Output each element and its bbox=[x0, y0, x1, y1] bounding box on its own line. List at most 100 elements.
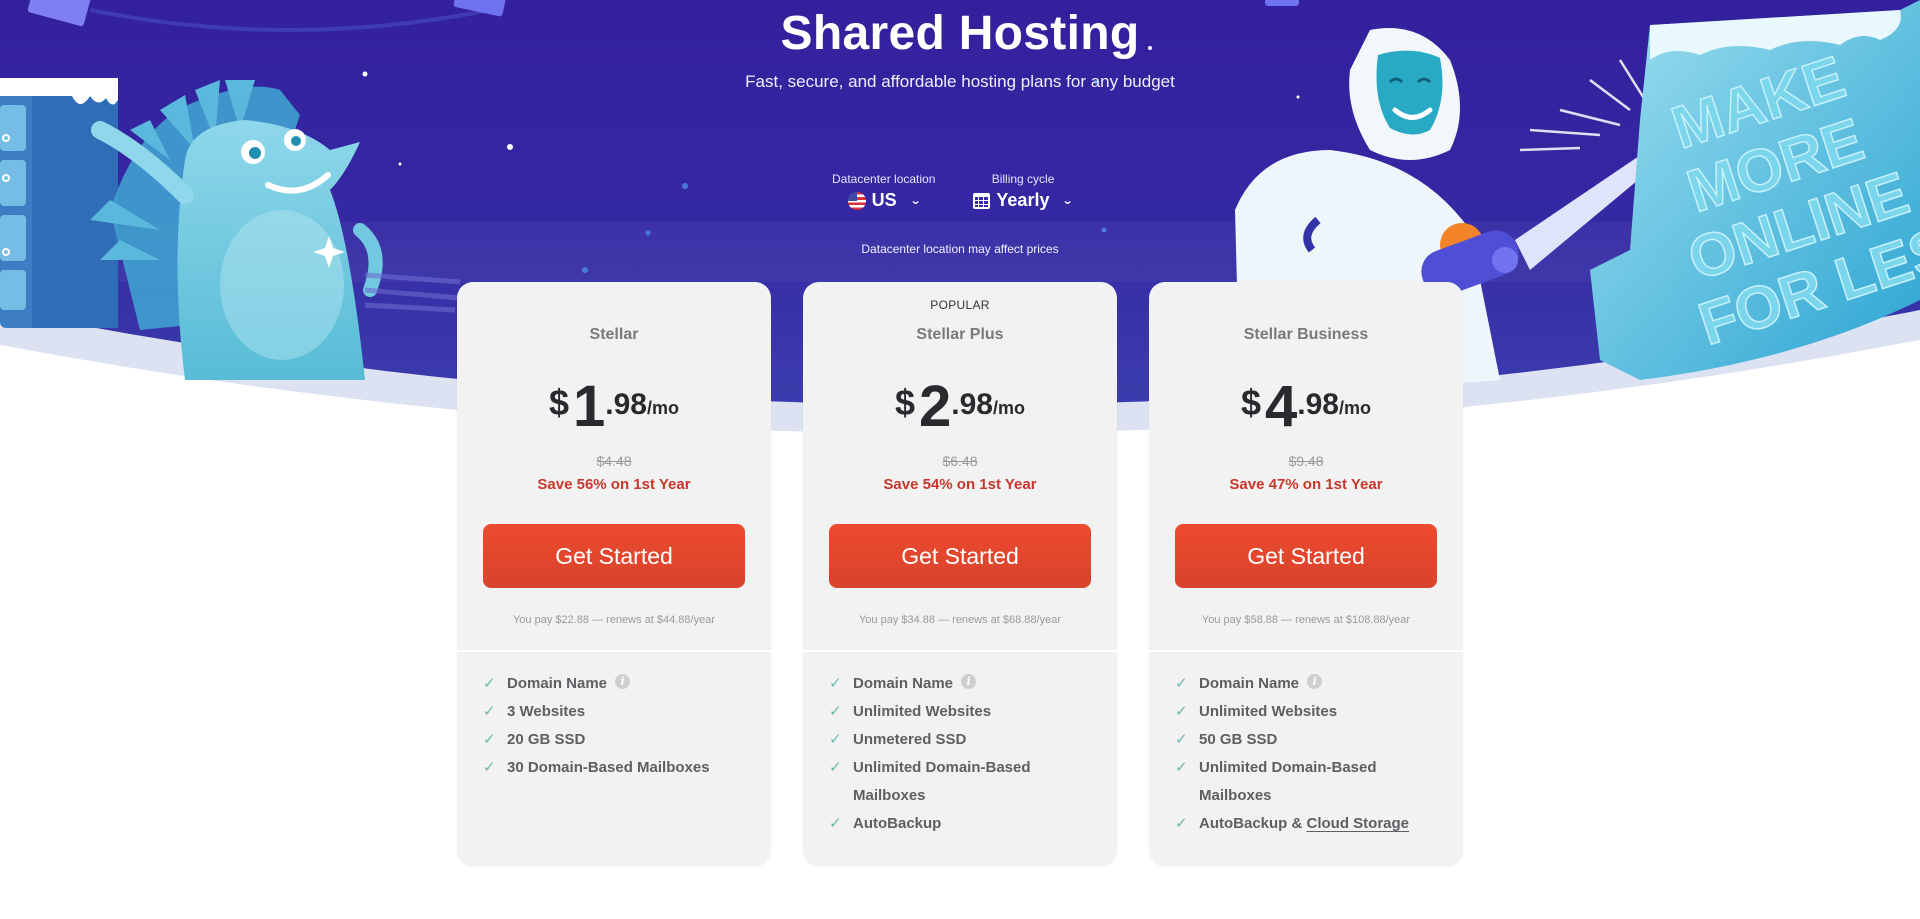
renewal-text: You pay $22.88 — renews at $44.88/year bbox=[512, 614, 715, 626]
feature-list: ✓ Domain Name i ✓ Unlimited Websites ✓ 50 GB… bbox=[1149, 652, 1463, 838]
plan-name: Stellar Plus bbox=[916, 326, 1004, 343]
savings-text: Save 47% on 1st Year bbox=[1229, 476, 1383, 493]
plan-name: Stellar Business bbox=[1243, 326, 1369, 343]
popular-badge: POPULAR bbox=[930, 298, 990, 312]
savings-text: Save 56% on 1st Year bbox=[537, 476, 691, 493]
old-price: $9.48 bbox=[1288, 453, 1324, 469]
feature-text: Unlimited Domain-Based Mailboxes bbox=[853, 759, 1031, 804]
price-integer: 1 bbox=[573, 374, 606, 439]
price-decimal: .98 bbox=[605, 388, 647, 421]
billing-cycle-value-wrap[interactable]: Yearly ⌄ bbox=[973, 190, 1075, 211]
feature-list: ✓ Domain Name i ✓ 3 Websites ✓ 20 GB SSD ✓ 30… bbox=[457, 652, 771, 782]
page: MAKE MORE ONLINE FOR LESS Shared Hosting… bbox=[0, 0, 1920, 919]
feature-item: ✓ 20 GB SSD bbox=[483, 726, 771, 754]
feature-text: Unlimited Domain-Based Mailboxes bbox=[1199, 759, 1377, 804]
page-subtitle: Fast, secure, and affordable hosting pla… bbox=[745, 72, 1175, 91]
old-price: $4.48 bbox=[596, 453, 632, 469]
feature-item: ✓ Unlimited Domain-Based Mailboxes bbox=[829, 754, 1117, 810]
feature-text: Domain Name bbox=[1199, 675, 1300, 692]
check-icon: ✓ bbox=[829, 703, 842, 720]
billing-cycle-label: Billing cycle bbox=[991, 172, 1055, 186]
info-icon[interactable]: i bbox=[961, 674, 977, 689]
chevron-down-icon: ⌄ bbox=[1062, 195, 1075, 207]
get-started-button[interactable]: Get Started bbox=[483, 524, 745, 588]
cloud-storage-link[interactable]: Cloud Storage bbox=[1307, 815, 1410, 832]
savings-text: Save 54% on 1st Year bbox=[883, 476, 1037, 493]
us-flag-icon bbox=[847, 191, 866, 210]
feature-item: ✓ Unmetered SSD bbox=[829, 726, 1117, 754]
price-currency: $ bbox=[548, 382, 570, 423]
info-icon[interactable]: i bbox=[1307, 674, 1323, 689]
feature-text: 30 Domain-Based Mailboxes bbox=[507, 759, 710, 776]
feature-item: ✓ Domain Name i bbox=[483, 670, 771, 698]
price-period: /mo bbox=[1339, 398, 1372, 418]
check-icon: ✓ bbox=[829, 759, 842, 776]
feature-text: 20 GB SSD bbox=[507, 731, 586, 748]
ice-server-illustration bbox=[0, 78, 118, 328]
datacenter-note: Datacenter location may affect prices bbox=[861, 242, 1059, 256]
feature-text: AutoBackup & bbox=[1199, 815, 1307, 832]
feature-text: 50 GB SSD bbox=[1199, 731, 1278, 748]
renewal-text: You pay $58.88 — renews at $108.88/year bbox=[1201, 614, 1411, 626]
plan-price: $ 2 .98 /mo bbox=[803, 374, 1117, 440]
get-started-button[interactable]: Get Started bbox=[829, 524, 1091, 588]
price-period: /mo bbox=[993, 398, 1026, 418]
check-icon: ✓ bbox=[1175, 815, 1188, 832]
datacenter-location-value-wrap[interactable]: US ⌄ bbox=[847, 190, 922, 211]
page-title: Shared Hosting bbox=[780, 7, 1140, 60]
feature-text: Domain Name bbox=[853, 675, 954, 692]
check-icon: ✓ bbox=[1175, 703, 1188, 720]
datacenter-location-value: US bbox=[871, 190, 897, 210]
feature-item: ✓ AutoBackup & Cloud Storage bbox=[1175, 810, 1463, 838]
price-currency: $ bbox=[894, 382, 916, 423]
price-integer: 2 bbox=[919, 374, 952, 439]
check-icon: ✓ bbox=[829, 815, 842, 832]
check-icon: ✓ bbox=[483, 731, 496, 748]
check-icon: ✓ bbox=[829, 731, 842, 748]
feature-text: AutoBackup bbox=[853, 815, 942, 832]
pricing-cards: Stellar $ 1 .98 /mo $4.48 Save 56% on 1s… bbox=[457, 282, 1463, 866]
feature-item: ✓ Unlimited Websites bbox=[829, 698, 1117, 726]
calendar-icon bbox=[973, 192, 991, 209]
plan-card-stellar: Stellar $ 1 .98 /mo $4.48 Save 56% on 1s… bbox=[457, 282, 771, 866]
plan-name: Stellar bbox=[589, 326, 639, 343]
feature-item: ✓ Domain Name i bbox=[829, 670, 1117, 698]
check-icon: ✓ bbox=[1175, 731, 1188, 748]
feature-item: ✓ AutoBackup bbox=[829, 810, 1117, 838]
check-icon: ✓ bbox=[483, 703, 496, 720]
billing-cycle-select[interactable]: Billing cycle Yearly ⌄ bbox=[973, 172, 1075, 211]
check-icon: ✓ bbox=[829, 675, 842, 692]
check-icon: ✓ bbox=[483, 759, 496, 776]
feature-text: Unmetered SSD bbox=[853, 731, 967, 748]
plan-price: $ 4 .98 /mo bbox=[1149, 374, 1463, 440]
feature-text: Unlimited Websites bbox=[853, 703, 992, 720]
feature-text: Domain Name bbox=[507, 675, 608, 692]
plan-card-stellar-business: Stellar Business $ 4 .98 /mo $9.48 Save … bbox=[1149, 282, 1463, 866]
feature-item: ✓ 50 GB SSD bbox=[1175, 726, 1463, 754]
billing-cycle-value: Yearly bbox=[996, 190, 1050, 210]
plan-price: $ 1 .98 /mo bbox=[457, 374, 771, 440]
check-icon: ✓ bbox=[1175, 759, 1188, 776]
renewal-text: You pay $34.88 — renews at $68.88/year bbox=[858, 614, 1061, 626]
chevron-down-icon: ⌄ bbox=[909, 195, 922, 207]
price-period: /mo bbox=[647, 398, 680, 418]
feature-item: ✓ 30 Domain-Based Mailboxes bbox=[483, 754, 771, 782]
plan-filters: Datacenter location US ⌄ Billing cycle Y… bbox=[832, 172, 1075, 211]
feature-item: ✓ Unlimited Domain-Based Mailboxes bbox=[1175, 754, 1463, 810]
price-decimal: .98 bbox=[951, 388, 993, 421]
price-decimal: .98 bbox=[1297, 388, 1339, 421]
info-icon[interactable]: i bbox=[615, 674, 631, 689]
feature-item: ✓ 3 Websites bbox=[483, 698, 771, 726]
feature-item: ✓ Domain Name i bbox=[1175, 670, 1463, 698]
price-currency: $ bbox=[1240, 382, 1262, 423]
price-integer: 4 bbox=[1265, 374, 1298, 439]
feature-list: ✓ Domain Name i ✓ Unlimited Websites ✓ Unmet… bbox=[803, 652, 1117, 838]
check-icon: ✓ bbox=[483, 675, 496, 692]
plan-card-stellar-plus: POPULAR Stellar Plus $ 2 .98 /mo $6.48 S… bbox=[803, 282, 1117, 866]
datacenter-location-label: Datacenter location bbox=[832, 172, 936, 186]
feature-text: Unlimited Websites bbox=[1199, 703, 1338, 720]
datacenter-location-select[interactable]: Datacenter location US ⌄ bbox=[832, 172, 935, 211]
feature-text: 3 Websites bbox=[507, 703, 586, 720]
feature-item: ✓ Unlimited Websites bbox=[1175, 698, 1463, 726]
get-started-button[interactable]: Get Started bbox=[1175, 524, 1437, 588]
